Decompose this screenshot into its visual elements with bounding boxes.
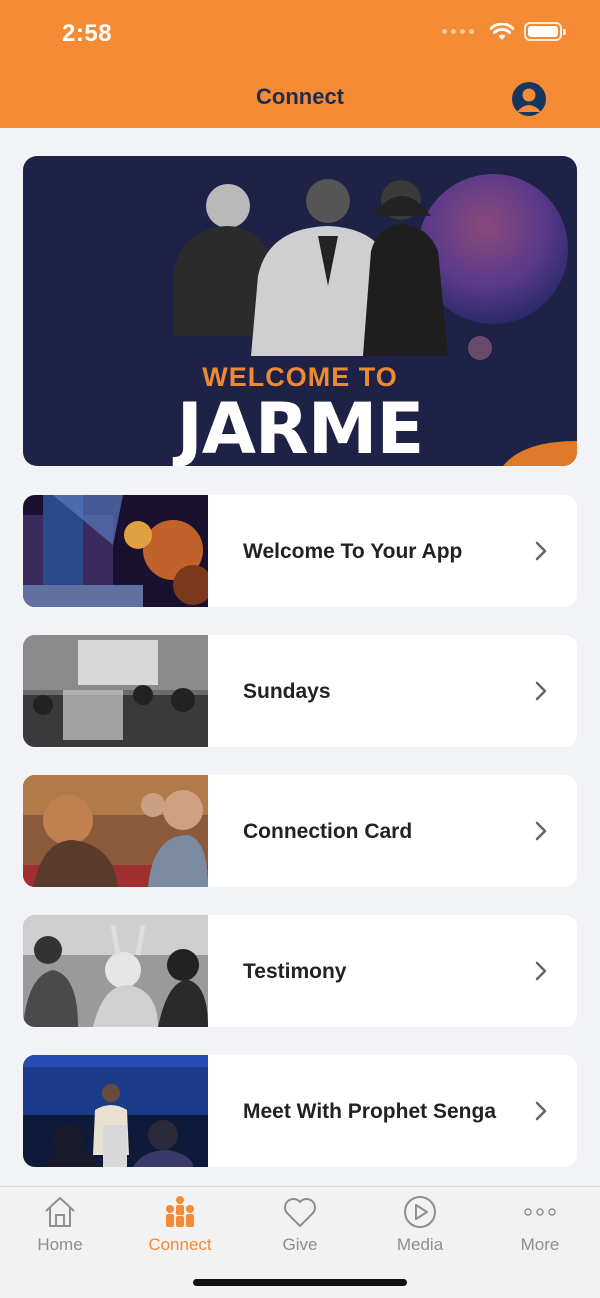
header: 2:58 Connect	[0, 0, 600, 128]
tab-media[interactable]: Media	[360, 1187, 480, 1267]
page-title: Connect	[256, 84, 344, 109]
tab-give[interactable]: Give	[240, 1187, 360, 1267]
status-icons	[442, 22, 566, 41]
card-thumbnail	[23, 635, 208, 747]
home-indicator	[193, 1279, 407, 1286]
welcome-banner[interactable]: WELCOME TO JARME	[23, 156, 577, 466]
home-icon	[45, 1197, 75, 1227]
heart-icon	[284, 1198, 316, 1227]
chevron-right-icon	[535, 821, 547, 841]
tab-more[interactable]: More	[480, 1187, 600, 1267]
card-thumbnail	[23, 1055, 208, 1167]
tab-home[interactable]: Home	[0, 1187, 120, 1267]
chevron-right-icon	[535, 681, 547, 701]
card-meet-with-prophet-senga[interactable]: Meet With Prophet Senga	[23, 1055, 577, 1167]
card-sundays[interactable]: Sundays	[23, 635, 577, 747]
chevron-right-icon	[535, 541, 547, 561]
tab-label: Media	[396, 1235, 444, 1254]
person-circle-icon	[517, 88, 541, 112]
people-icon	[166, 1196, 194, 1227]
tab-connect[interactable]: Connect	[120, 1187, 240, 1267]
card-thumbnail	[23, 915, 208, 1027]
chevron-right-icon	[535, 961, 547, 981]
card-connection-card[interactable]: Connection Card	[23, 775, 577, 887]
card-label: Meet With Prophet Senga	[243, 1099, 496, 1123]
play-circle-icon	[404, 1196, 436, 1228]
card-welcome-to-your-app[interactable]: Welcome To Your App	[23, 495, 577, 607]
battery-icon	[524, 22, 566, 41]
tab-label: Connect	[148, 1235, 212, 1254]
card-label: Welcome To Your App	[243, 539, 463, 563]
card-thumbnail	[23, 775, 208, 887]
card-thumbnail	[23, 495, 208, 607]
tab-label: Give	[282, 1235, 318, 1254]
tab-label: More	[520, 1235, 560, 1254]
chevron-right-icon	[535, 1101, 547, 1121]
card-label: Connection Card	[243, 819, 413, 843]
hero-title: JARME	[176, 388, 425, 466]
status-time: 2:58	[62, 20, 113, 47]
card-testimony[interactable]: Testimony	[23, 915, 577, 1027]
card-label: Sundays	[243, 679, 331, 703]
tab-label: Home	[37, 1235, 83, 1254]
more-dots-icon	[524, 1208, 556, 1216]
wifi-icon	[490, 22, 514, 40]
profile-button[interactable]	[512, 82, 546, 116]
card-label: Testimony	[243, 959, 347, 983]
cellular-signal-icon	[442, 29, 474, 34]
